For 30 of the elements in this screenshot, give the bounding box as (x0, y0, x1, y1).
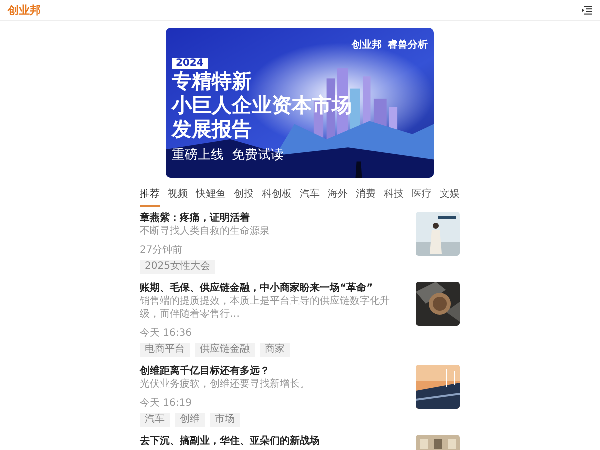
menu-icon[interactable] (582, 6, 592, 14)
category-tab[interactable]: 视频 (168, 184, 188, 207)
category-tab[interactable]: 快鲤鱼 (196, 184, 226, 207)
article-title[interactable]: 账期、毛保、供应链金融，中小商家盼来一场“革命” (140, 282, 374, 295)
article-title[interactable]: 去下沉、搞副业，华住、亚朵们的新战场 (140, 435, 320, 448)
article-summary: 光伏业务疲软，创维还要寻找新增长。 (140, 378, 310, 391)
category-tab[interactable]: 海外 (328, 184, 348, 207)
timestamp: 今天 16:36 (140, 328, 192, 340)
timestamp: 27分钟前 (140, 245, 183, 257)
banner-title: 专精特新 (172, 69, 252, 93)
article-title[interactable]: 创维距离千亿目标还有多远？ (140, 365, 270, 378)
timestamp: 今天 16:19 (140, 398, 192, 410)
category-tab[interactable]: 科技 (384, 184, 404, 207)
banner-tagline: 重磅上线 (172, 147, 224, 164)
category-tab[interactable]: 科创板 (262, 184, 292, 207)
category-tab[interactable]: 汽车 (300, 184, 320, 207)
category-tab[interactable]: 文娱 (440, 184, 460, 207)
banner-title: 发展报告 (172, 117, 252, 141)
banner-tagline: 免费试读 (232, 147, 284, 164)
category-tab[interactable]: 推荐 (140, 184, 160, 207)
category-tab[interactable]: 创投 (234, 184, 254, 207)
brand-name: 睿兽分析 (388, 38, 428, 52)
article-summary: 不断寻找人类自救的生命源泉 (140, 225, 270, 238)
banner-title: 小巨人企业资本市场 (172, 93, 352, 117)
category-tab[interactable]: 医疗 (412, 184, 432, 207)
brand-name: 创业邦 (352, 38, 382, 52)
article-summary: 销售端的提质提效，本质上是平台主导的供应链数字化升级，而伴随着零售行… (140, 295, 391, 321)
article-title[interactable]: 章燕紫：疼痛，证明活着 (140, 212, 250, 225)
category-tab[interactable]: 消费 (356, 184, 376, 207)
year-badge: 2024 (172, 58, 208, 69)
